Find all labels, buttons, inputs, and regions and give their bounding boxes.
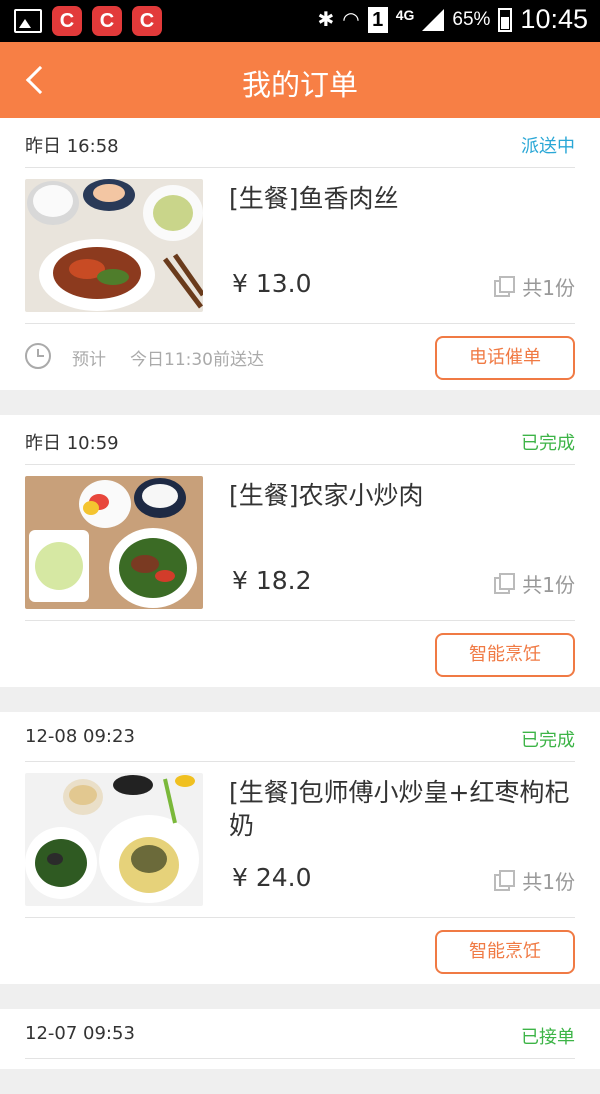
smart-cooking-button[interactable]: 智能烹饪 bbox=[435, 930, 575, 974]
quantity-text: 共1份 bbox=[522, 573, 575, 597]
app-notification-icon: C bbox=[132, 6, 162, 36]
quantity-text: 共1份 bbox=[522, 276, 575, 300]
eta-label: 预计 bbox=[72, 350, 106, 370]
order-quantity: 共1份 bbox=[494, 866, 575, 895]
order-quantity: 共1份 bbox=[494, 272, 575, 301]
order-header: 昨日 10:59 已完成 bbox=[25, 415, 575, 465]
order-footer: 预计 今日11:30前送达 电话催单 bbox=[25, 323, 575, 391]
order-time: 昨日 10:59 bbox=[25, 433, 119, 454]
order-list: 昨日 16:58 派送中 [生餐]鱼香肉丝 ¥ 13.0 共1份 预计 今日11… bbox=[0, 118, 600, 1094]
dish-name[interactable]: [生餐]包师傅小炒皇+红枣枸杞奶 bbox=[229, 776, 575, 842]
order-time: 昨日 16:58 bbox=[25, 136, 119, 157]
bluetooth-icon: ✱ bbox=[317, 9, 335, 31]
sim-indicator: 1 bbox=[367, 6, 388, 33]
app-notification-icon: C bbox=[92, 6, 122, 36]
order-header: 12-07 09:53 已接单 bbox=[25, 1009, 575, 1059]
dish-name[interactable]: [生餐]农家小炒肉 bbox=[229, 479, 575, 512]
eta-text: 今日11:30前送达 bbox=[130, 350, 264, 370]
smart-cooking-button[interactable]: 智能烹饪 bbox=[435, 633, 575, 677]
order-time: 12-07 09:53 bbox=[25, 1023, 135, 1044]
order-footer: 智能烹饪 bbox=[25, 917, 575, 985]
order-price: ¥ 13.0 bbox=[232, 269, 312, 298]
clock-time: 10:45 bbox=[520, 4, 588, 34]
dish-name[interactable]: [生餐]鱼香肉丝 bbox=[229, 182, 575, 215]
order-status: 已完成 bbox=[521, 730, 575, 751]
order-price: ¥ 18.2 bbox=[232, 566, 312, 595]
battery-icon bbox=[498, 7, 513, 32]
app-header: 我的订单 bbox=[0, 42, 600, 118]
order-status: 派送中 bbox=[521, 136, 575, 157]
order-header: 12-08 09:23 已完成 bbox=[25, 712, 575, 762]
order-status: 已接单 bbox=[521, 1027, 575, 1048]
order-status: 已完成 bbox=[521, 433, 575, 454]
order-card[interactable]: 12-07 09:53 已接单 bbox=[0, 1009, 600, 1069]
battery-percent: 65% bbox=[452, 8, 491, 30]
page-title: 我的订单 bbox=[241, 68, 358, 102]
dish-image[interactable] bbox=[25, 476, 203, 609]
order-price: ¥ 24.0 bbox=[232, 863, 312, 892]
order-header: 昨日 16:58 派送中 bbox=[25, 118, 575, 168]
network-type: 4G bbox=[395, 6, 415, 23]
clock-icon bbox=[25, 343, 51, 369]
order-card[interactable]: 昨日 10:59 已完成 [生餐]农家小炒肉 ¥ 18.2 共1份 智能烹饪 bbox=[0, 415, 600, 687]
dish-image[interactable] bbox=[25, 179, 203, 312]
signal-icon bbox=[422, 8, 445, 31]
gallery-notification-icon bbox=[14, 9, 42, 33]
order-card[interactable]: 12-08 09:23 已完成 [生餐]包师傅小炒皇+红枣枸杞奶 ¥ 24.0 bbox=[0, 712, 600, 984]
order-time: 12-08 09:23 bbox=[25, 726, 135, 747]
wifi-icon: ◠ bbox=[342, 9, 360, 31]
status-bar: C C C ✱ ◠ 1 4G 65% 10:45 bbox=[0, 0, 600, 42]
dish-image[interactable] bbox=[25, 773, 203, 906]
order-card[interactable]: 昨日 16:58 派送中 [生餐]鱼香肉丝 ¥ 13.0 共1份 预计 今日11… bbox=[0, 118, 600, 390]
urge-order-button[interactable]: 电话催单 bbox=[435, 336, 575, 380]
order-footer: 智能烹饪 bbox=[25, 620, 575, 688]
copy-icon bbox=[494, 275, 516, 298]
copy-icon bbox=[494, 572, 516, 595]
copy-icon bbox=[494, 869, 516, 892]
quantity-text: 共1份 bbox=[522, 870, 575, 894]
app-notification-icon: C bbox=[52, 6, 82, 36]
order-quantity: 共1份 bbox=[494, 569, 575, 598]
